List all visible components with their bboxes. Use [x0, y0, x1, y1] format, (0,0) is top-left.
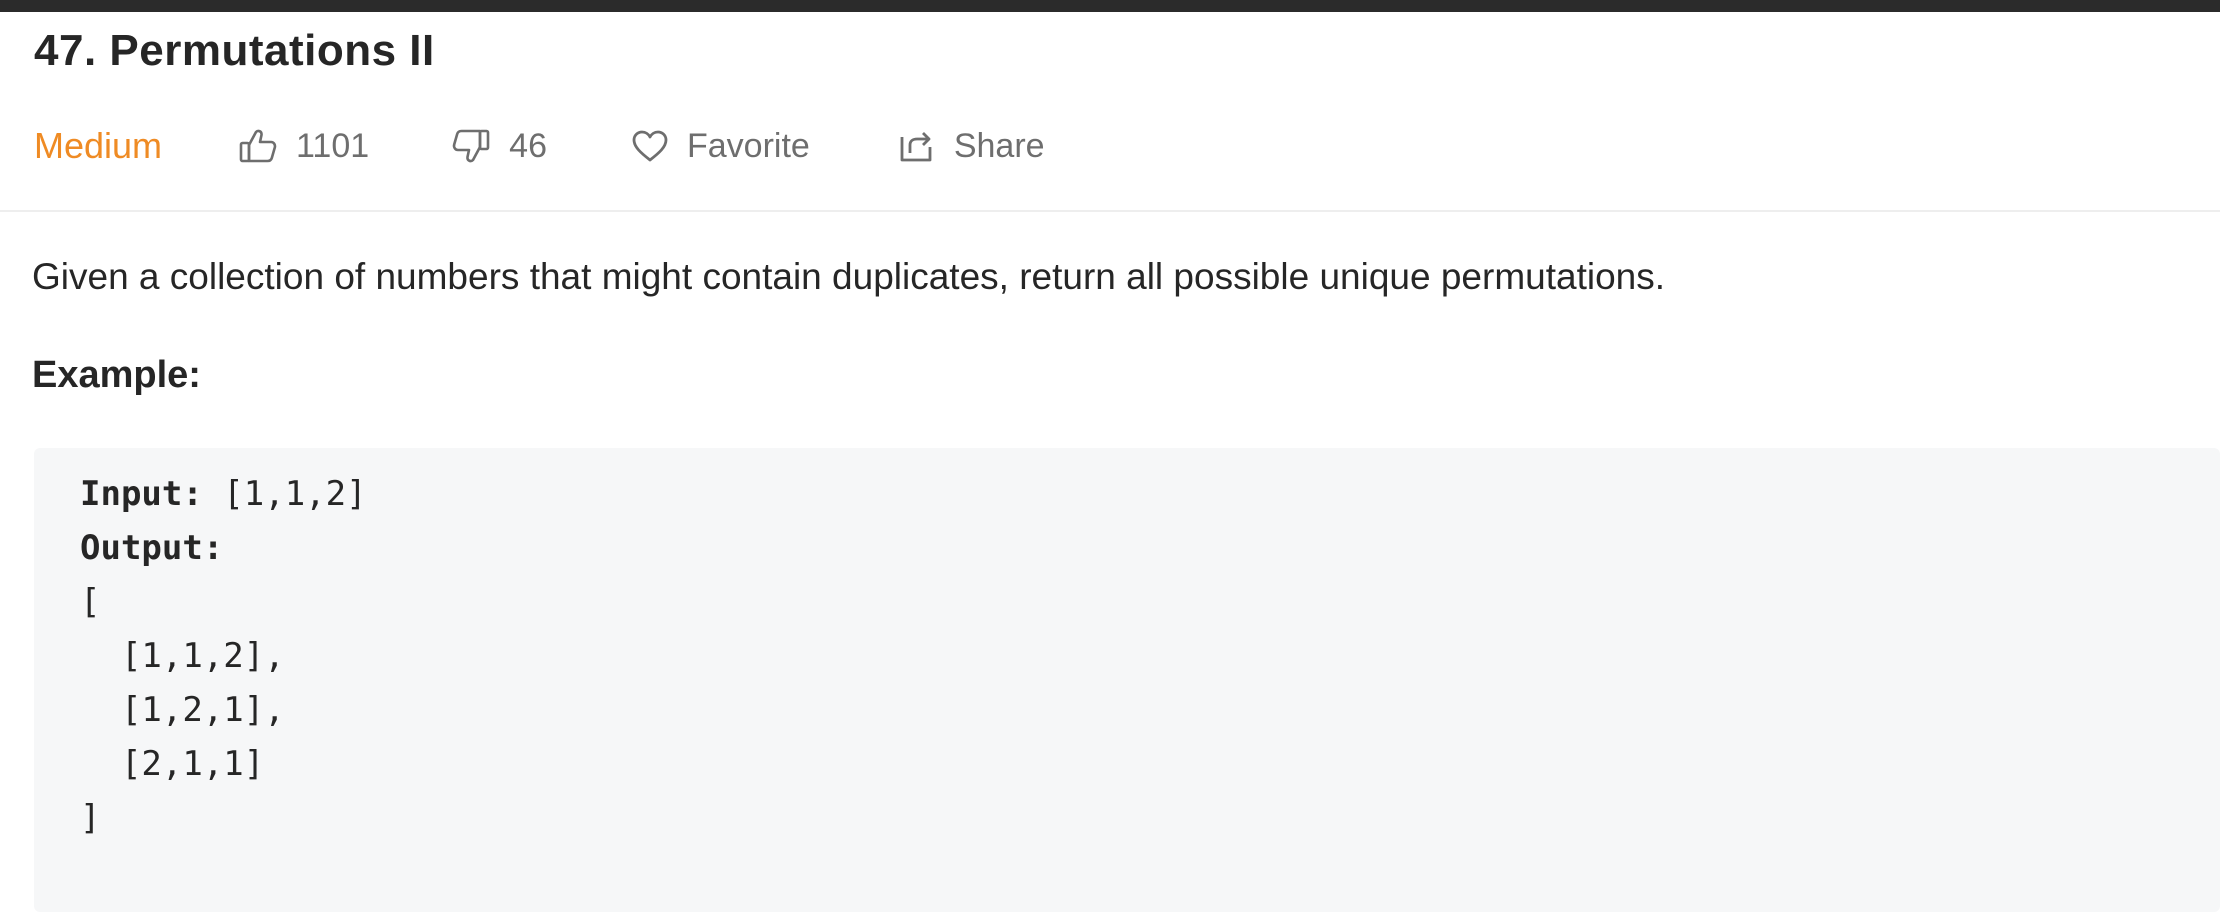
example-output-label-line: Output:	[80, 528, 223, 568]
like-count: 1101	[296, 126, 370, 165]
share-button[interactable]: Share	[898, 127, 1045, 166]
problem-title: 47. Permutations II	[34, 26, 435, 75]
output-line: [2,1,1]	[80, 744, 265, 784]
share-icon	[898, 129, 954, 163]
input-label: Input:	[80, 474, 203, 514]
favorite-button[interactable]: Favorite	[631, 127, 810, 166]
top-window-strip	[0, 0, 2220, 12]
output-line: [	[80, 582, 101, 622]
output-label: Output:	[80, 528, 224, 568]
thumbs-up-icon	[238, 128, 296, 164]
share-label: Share	[953, 126, 1045, 165]
output-line: [1,2,1],	[80, 690, 285, 730]
example-input-line: Input: [1,1,2]	[80, 474, 367, 514]
dislike-button[interactable]: 46	[451, 127, 547, 166]
output-line: [1,1,2],	[80, 636, 285, 676]
section-divider	[0, 210, 2220, 212]
example-heading: Example:	[32, 354, 201, 396]
heart-icon	[631, 129, 687, 163]
problem-description: Given a collection of numbers that might…	[32, 256, 1666, 297]
difficulty-badge: Medium	[34, 125, 163, 166]
favorite-label: Favorite	[687, 126, 810, 165]
problem-meta-row: Medium 1101 46 Favorite Share	[34, 118, 1045, 174]
thumbs-down-icon	[451, 128, 509, 164]
input-value: [1,1,2]	[202, 474, 367, 514]
like-button[interactable]: 1101	[238, 127, 369, 166]
output-line: ]	[80, 798, 101, 838]
example-code-block: Input: [1,1,2] Output: [ [1,1,2], [1,2,1…	[34, 448, 2220, 912]
dislike-count: 46	[509, 126, 547, 165]
